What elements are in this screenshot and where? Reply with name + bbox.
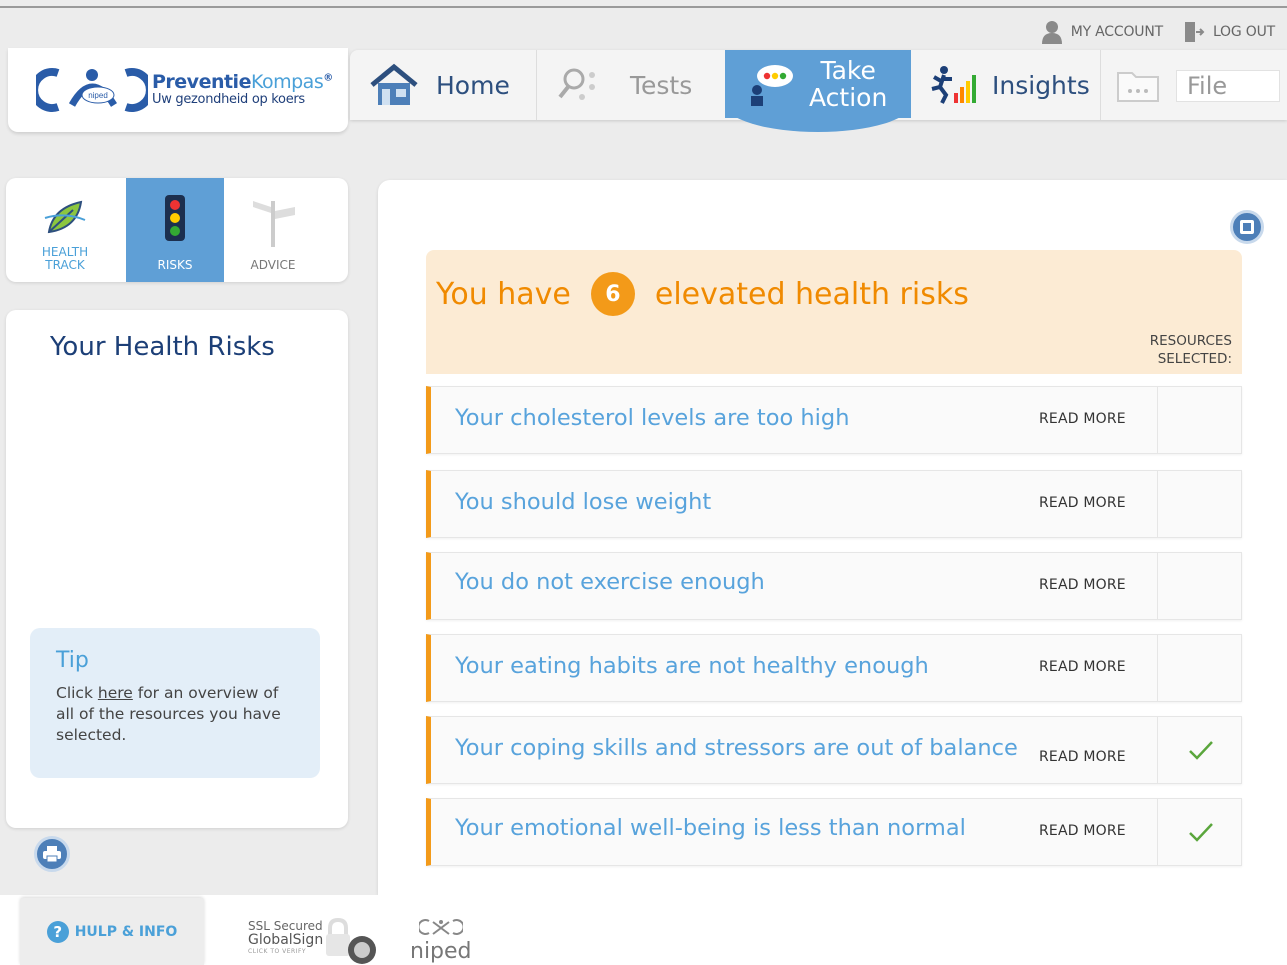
help-info-button[interactable]: ? HULP & INFO xyxy=(20,898,204,965)
nav-take-action-label-1: Take xyxy=(820,55,876,85)
tab-health-track[interactable]: HEALTH TRACK xyxy=(16,178,114,282)
nav-home-label: Home xyxy=(436,70,510,100)
risk-title[interactable]: Your cholesterol levels are too high xyxy=(455,405,849,431)
niped-logo-icon: niped xyxy=(36,68,148,112)
account-bar: MY ACCOUNT LOG OUT xyxy=(1029,20,1275,44)
help-icon: ? xyxy=(46,920,69,943)
folder-icon xyxy=(1117,72,1159,102)
risk-row[interactable]: Your eating habits are not healthy enoug… xyxy=(426,634,1242,702)
resource-selected-cell xyxy=(1157,634,1243,702)
risk-title[interactable]: Your eating habits are not healthy enoug… xyxy=(455,653,929,679)
check-icon xyxy=(1188,741,1213,760)
logout-icon xyxy=(1184,22,1205,42)
risk-title[interactable]: Your emotional well-being is less than n… xyxy=(455,815,966,841)
risk-title[interactable]: You do not exercise enough xyxy=(455,569,765,595)
risk-count-badge: 6 xyxy=(590,272,635,316)
signpost-icon xyxy=(253,200,295,247)
resource-selected-cell xyxy=(1157,552,1243,620)
section-tabs: HEALTH TRACK RISKS ADVICE xyxy=(6,178,348,282)
traffic-light-icon xyxy=(165,194,185,241)
nav-tests[interactable]: Tests xyxy=(556,50,692,120)
my-account-label: MY ACCOUNT xyxy=(1070,24,1163,40)
risk-row[interactable]: Your coping skills and stressors are out… xyxy=(426,716,1242,784)
resource-selected-cell xyxy=(1157,716,1243,784)
read-more-link[interactable]: READ MORE xyxy=(1039,495,1126,511)
resource-selected-cell xyxy=(1157,386,1243,454)
tip-title: Tip xyxy=(56,648,89,673)
nav-take-action-label-2: Action xyxy=(809,83,888,112)
resources-selected-label: RESOURCES SELECTED: xyxy=(1149,333,1232,368)
main-nav: Home Tests Take Action Insights File xyxy=(350,50,1287,120)
user-icon xyxy=(1041,21,1062,44)
home-icon xyxy=(370,63,418,105)
logo[interactable]: niped PreventieKompas® Uw gezondheid op … xyxy=(8,48,348,132)
brand-tagline: Uw gezondheid op koers xyxy=(152,92,305,108)
read-more-link[interactable]: READ MORE xyxy=(1039,659,1126,675)
read-more-link[interactable]: READ MORE xyxy=(1039,577,1126,593)
risk-title[interactable]: You should lose weight xyxy=(455,489,711,515)
tip-text: Click here for an overview of all of the… xyxy=(56,684,281,744)
check-icon xyxy=(1188,823,1213,842)
main-panel: You have 6 elevated health risks RESOURC… xyxy=(378,180,1287,895)
tip-here-link[interactable]: here xyxy=(98,684,133,702)
risk-summary-banner: You have 6 elevated health risks RESOURC… xyxy=(426,250,1242,374)
log-out-label: LOG OUT xyxy=(1212,24,1275,40)
help-info-label: HULP & INFO xyxy=(74,923,178,940)
log-out-link[interactable]: LOG OUT xyxy=(1183,20,1275,44)
tests-icon xyxy=(558,68,595,100)
nav-file[interactable] xyxy=(1116,50,1160,120)
page-title: Your Health Risks xyxy=(50,332,275,362)
svg-text:niped: niped xyxy=(88,91,108,100)
expand-button[interactable] xyxy=(1230,210,1264,244)
chat-person-icon xyxy=(751,65,793,106)
left-panel: Your Health Risks Tip Click here for an … xyxy=(6,310,348,828)
print-button[interactable] xyxy=(34,836,70,872)
lock-icon xyxy=(326,918,376,964)
nav-tests-label: Tests xyxy=(630,70,693,100)
nav-take-action[interactable]: Take Action xyxy=(725,50,911,118)
top-rule xyxy=(0,6,1287,8)
risk-row[interactable]: You do not exercise enough READ MORE xyxy=(426,552,1242,620)
read-more-link[interactable]: READ MORE xyxy=(1039,411,1126,427)
resource-selected-cell xyxy=(1157,470,1243,538)
niped-footer-logo: niped xyxy=(410,918,472,963)
read-more-link[interactable]: READ MORE xyxy=(1039,749,1126,765)
tab-risks[interactable]: RISKS xyxy=(126,178,224,282)
brand-name: PreventieKompas® xyxy=(152,71,333,94)
risk-title[interactable]: Your coping skills and stressors are out… xyxy=(455,735,1018,761)
read-more-link[interactable]: READ MORE xyxy=(1039,823,1126,839)
nav-insights-label: Insights xyxy=(992,70,1090,100)
resource-selected-cell xyxy=(1157,798,1243,866)
risk-row[interactable]: Your emotional well-being is less than n… xyxy=(426,798,1242,866)
nav-home[interactable]: Home xyxy=(370,50,510,120)
active-tab-indicator xyxy=(725,118,911,132)
expand-icon xyxy=(1240,220,1254,234)
risk-row[interactable]: You should lose weight READ MORE xyxy=(426,470,1242,538)
tip-box: Tip Click here for an overview of all of… xyxy=(30,628,320,778)
leaf-icon xyxy=(44,200,86,233)
print-icon xyxy=(43,846,61,863)
tab-advice[interactable]: ADVICE xyxy=(224,178,322,282)
runner-chart-icon xyxy=(931,66,976,104)
risk-row[interactable]: Your cholesterol levels are too high REA… xyxy=(426,386,1242,454)
nav-file-field[interactable]: File xyxy=(1176,70,1280,102)
niped-mark-icon xyxy=(417,919,465,935)
risk-summary-heading: You have 6 elevated health risks xyxy=(436,272,969,316)
ssl-badge[interactable]: SSL Secured GlobalSign CLICK TO VERIFY xyxy=(248,919,323,955)
nav-insights[interactable]: Insights xyxy=(928,50,1090,120)
my-account-link[interactable]: MY ACCOUNT xyxy=(1041,20,1163,44)
